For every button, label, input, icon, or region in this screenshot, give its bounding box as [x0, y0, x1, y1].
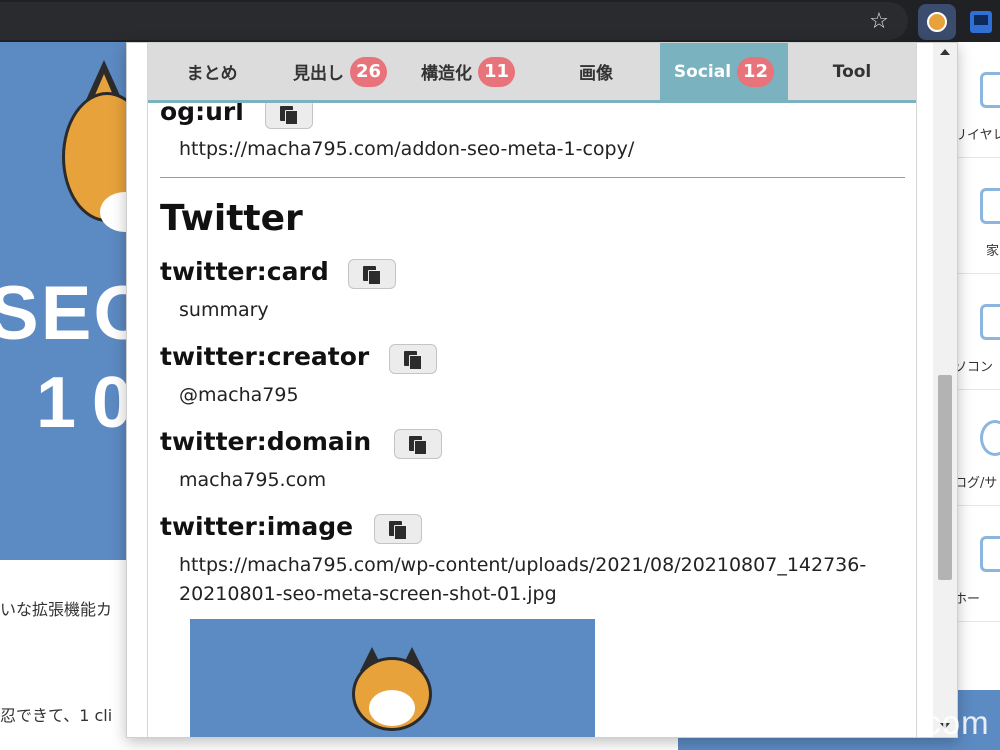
- hero-text-line1: SEO: [0, 271, 128, 356]
- shiba-face-shape: [369, 690, 415, 726]
- twitter-card-label: twitter:card: [160, 257, 329, 286]
- seo-meta-popup: まとめ 見出し 26 構造化 11 画像 Social 12 Tool og:u…: [126, 42, 958, 738]
- shiba-dog-illustration: [352, 657, 432, 731]
- twitter-image-url-line1: https://macha795.com/wp-content/uploads/…: [179, 554, 867, 576]
- tab-label: Social: [673, 61, 732, 82]
- tab-images[interactable]: 画像: [532, 43, 660, 100]
- twitter-creator-value: @macha795: [179, 384, 299, 406]
- copy-twitter-creator-button[interactable]: [389, 344, 437, 374]
- twitter-image-preview: [190, 619, 595, 737]
- copy-twitter-card-button[interactable]: [348, 259, 396, 289]
- count-badge: 11: [477, 56, 516, 87]
- scroll-thumb[interactable]: [938, 375, 952, 580]
- sidebar-item-label: リイヤレ: [958, 128, 1000, 143]
- tab-label: Tool: [832, 61, 872, 82]
- twitter-card-value: summary: [179, 299, 269, 321]
- extension-icon-2[interactable]: [970, 11, 992, 33]
- background-sidebar: リイヤレ 家 ソコン ログ/サ ホー: [957, 42, 1000, 750]
- hero-text-line2: 10: [36, 363, 128, 443]
- twitter-domain-label: twitter:domain: [160, 427, 372, 456]
- section-divider: [160, 177, 905, 178]
- category-icon: [980, 72, 1000, 108]
- sidebar-item-label: ホー: [958, 592, 981, 607]
- sidebar-item-home-appliance[interactable]: 家: [958, 158, 1000, 274]
- sidebar-item-pc[interactable]: ソコン: [958, 274, 1000, 390]
- popup-panel: まとめ 見出し 26 構造化 11 画像 Social 12 Tool og:u…: [147, 43, 917, 737]
- browser-toolbar: ☆: [0, 0, 1000, 42]
- shiba-extension-icon[interactable]: [927, 12, 947, 32]
- popup-scrollbar[interactable]: [933, 43, 957, 737]
- sidebar-item-label: 家: [986, 244, 1000, 259]
- sidebar-item-blog[interactable]: ログ/サ: [958, 390, 1000, 506]
- tab-bar: まとめ 見出し 26 構造化 11 画像 Social 12 Tool: [148, 43, 916, 103]
- tab-label: 構造化: [420, 64, 472, 84]
- twitter-image-label: twitter:image: [160, 512, 354, 541]
- copy-og-url-button[interactable]: [265, 103, 313, 129]
- twitter-section-title: Twitter: [160, 198, 303, 239]
- tab-social[interactable]: Social 12: [660, 43, 788, 100]
- tab-label: 見出し: [292, 64, 344, 84]
- sidebar-item-home[interactable]: ホー: [958, 506, 1000, 622]
- count-badge: 26: [349, 56, 388, 87]
- background-hero-image: SEO 10: [0, 42, 128, 560]
- copy-twitter-domain-button[interactable]: [394, 429, 442, 459]
- tab-label: まとめ: [186, 64, 238, 84]
- background-body-text-1: いな拡張機能カ: [0, 600, 113, 619]
- scroll-up-arrow-icon[interactable]: [940, 49, 950, 55]
- twitter-domain-value: macha795.com: [179, 469, 327, 491]
- og-url-label: og:url: [160, 103, 244, 126]
- category-icon: [980, 188, 1000, 224]
- count-badge: 12: [737, 56, 775, 87]
- tab-tool[interactable]: Tool: [788, 43, 916, 100]
- twitter-image-url-line2: 20210801-seo-meta-screen-shot-01.jpg: [179, 583, 557, 605]
- address-bar[interactable]: [0, 2, 908, 40]
- background-body-text-2: 忍できて、1 cli: [0, 706, 113, 725]
- mouse-icon: [980, 304, 1000, 340]
- tab-summary[interactable]: まとめ: [148, 43, 276, 100]
- bookmark-star-icon[interactable]: ☆: [866, 9, 892, 35]
- site-watermark: macha795.com: [752, 704, 990, 741]
- og-url-value: https://macha795.com/addon-seo-meta-1-co…: [179, 138, 635, 160]
- sidebar-item-label: ソコン: [958, 360, 994, 375]
- tab-structured-data[interactable]: 構造化 11: [404, 43, 532, 100]
- social-tab-content: og:url https://macha795.com/addon-seo-me…: [148, 103, 916, 737]
- wordpress-icon: [980, 420, 1000, 456]
- tab-headings[interactable]: 見出し 26: [276, 43, 404, 100]
- sidebar-item-wireless[interactable]: リイヤレ: [958, 42, 1000, 158]
- tab-label: 画像: [579, 64, 613, 84]
- twitter-creator-label: twitter:creator: [160, 342, 370, 371]
- house-icon: [980, 536, 1000, 572]
- copy-twitter-image-button[interactable]: [374, 514, 422, 544]
- sidebar-item-label: ログ/サ: [958, 476, 998, 491]
